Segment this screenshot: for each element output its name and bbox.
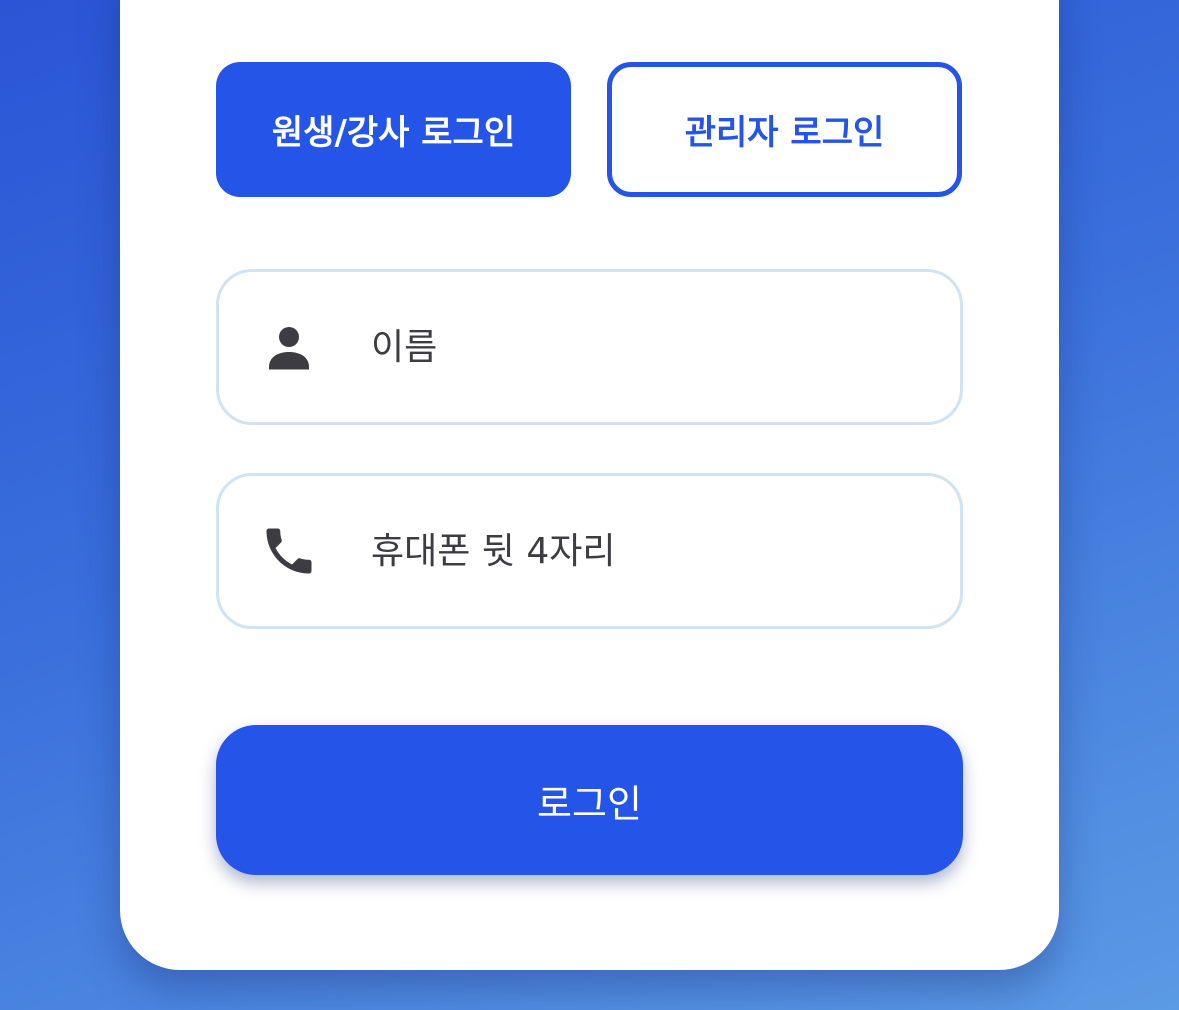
login-button-label: 로그인 <box>537 781 642 826</box>
name-input[interactable] <box>371 272 931 422</box>
phone-icon <box>259 521 319 581</box>
student-instructor-login-tab[interactable]: 원생/강사 로그인 <box>216 62 571 197</box>
person-icon <box>259 317 319 377</box>
phone-field[interactable] <box>216 473 963 629</box>
admin-login-label: 관리자 로그인 <box>684 113 885 153</box>
name-field[interactable] <box>216 269 963 425</box>
admin-login-tab[interactable]: 관리자 로그인 <box>607 62 962 197</box>
phone-last4-input[interactable] <box>371 476 931 626</box>
login-card: 원생/강사 로그인 관리자 로그인 로그인 <box>120 0 1059 970</box>
login-button[interactable]: 로그인 <box>216 725 963 875</box>
student-instructor-login-label: 원생/강사 로그인 <box>271 113 516 153</box>
